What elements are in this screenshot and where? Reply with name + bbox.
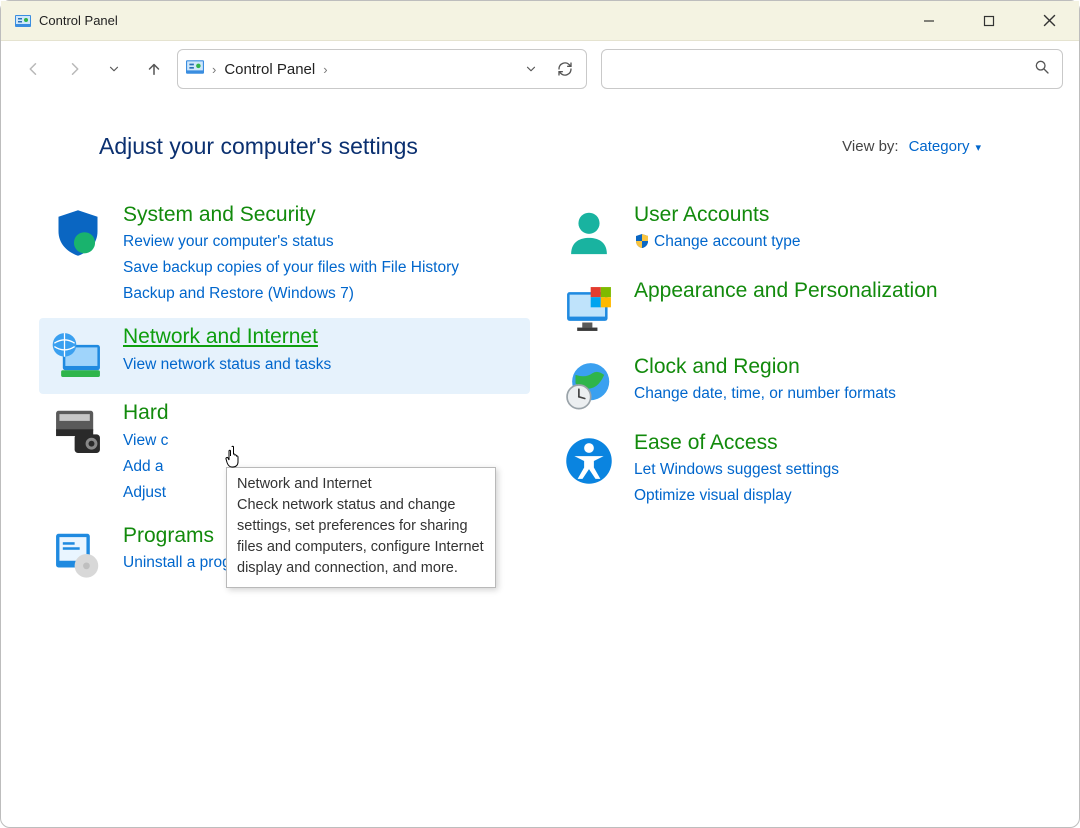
view-by-value: Category (909, 138, 970, 155)
category-title[interactable]: Network and Internet (123, 324, 331, 350)
category-clock-and-region[interactable]: Clock and Region Change date, time, or n… (550, 348, 1041, 424)
close-button[interactable] (1019, 1, 1079, 40)
category-user-accounts[interactable]: User Accounts Change account type (550, 196, 1041, 272)
user-icon (562, 206, 616, 260)
content-header: Adjust your computer's settings View by:… (39, 133, 1041, 160)
category-sublink[interactable]: Let Windows suggest settings (634, 458, 839, 482)
category-sublink[interactable]: Adjust (123, 481, 169, 505)
category-ease-of-access[interactable]: Ease of Access Let Windows suggest setti… (550, 424, 1041, 520)
window-title: Control Panel (39, 13, 118, 28)
up-button[interactable] (137, 52, 171, 86)
uac-shield-icon (634, 233, 650, 249)
content-area: Adjust your computer's settings View by:… (1, 97, 1079, 613)
monitor-tiles-icon (562, 282, 616, 336)
breadcrumb-separator-icon[interactable]: › (323, 62, 327, 77)
category-sublink[interactable]: Optimize visual display (634, 484, 839, 508)
category-sublink[interactable]: Add a (123, 455, 169, 479)
category-appearance-and-personalization[interactable]: Appearance and Personalization (550, 272, 1041, 348)
shield-icon (51, 206, 105, 260)
category-sublink[interactable]: Change date, time, or number formats (634, 382, 896, 406)
search-icon[interactable] (1034, 59, 1050, 79)
title-bar: Control Panel (1, 1, 1079, 41)
globe-monitor-icon (51, 328, 105, 382)
globe-clock-icon (562, 358, 616, 412)
category-network-and-internet[interactable]: Network and Internet View network status… (39, 318, 530, 394)
tooltip-body: Check network status and change settings… (237, 495, 485, 579)
forward-button[interactable] (57, 52, 91, 86)
printer-camera-icon (51, 404, 105, 458)
search-bar[interactable] (601, 49, 1063, 89)
refresh-button[interactable] (552, 61, 578, 77)
address-dropdown-button[interactable] (518, 62, 544, 76)
breadcrumb-separator-icon[interactable]: › (212, 62, 216, 77)
control-panel-app-icon (15, 13, 31, 29)
category-system-and-security[interactable]: System and Security Review your computer… (39, 196, 530, 318)
category-title[interactable]: User Accounts (634, 202, 801, 228)
tooltip-title: Network and Internet (237, 474, 485, 495)
category-title[interactable]: Ease of Access (634, 430, 839, 456)
minimize-button[interactable] (899, 1, 959, 40)
control-panel-icon (186, 58, 204, 80)
category-sublink[interactable]: Review your computer's status (123, 230, 459, 254)
category-sublink[interactable]: Save backup copies of your files with Fi… (123, 256, 459, 280)
search-input[interactable] (614, 60, 1034, 79)
address-bar[interactable]: › Control Panel › (177, 49, 587, 89)
page-heading: Adjust your computer's settings (99, 133, 418, 160)
category-column-right: User Accounts Change account type (550, 196, 1041, 593)
breadcrumb-control-panel[interactable]: Control Panel (224, 61, 315, 78)
category-sublink[interactable]: Backup and Restore (Windows 7) (123, 282, 459, 306)
maximize-button[interactable] (959, 1, 1019, 40)
tooltip: Network and Internet Check network statu… (226, 467, 496, 588)
view-by: View by: Category ▾ (842, 138, 981, 155)
category-grid: System and Security Review your computer… (39, 196, 1041, 593)
nav-row: › Control Panel › (1, 41, 1079, 97)
recent-locations-button[interactable] (97, 52, 131, 86)
category-sublink[interactable]: View c (123, 429, 169, 453)
programs-icon (51, 527, 105, 581)
back-button[interactable] (17, 52, 51, 86)
category-title[interactable]: Appearance and Personalization (634, 278, 938, 304)
category-title[interactable]: System and Security (123, 202, 459, 228)
caret-down-icon: ▾ (975, 141, 981, 154)
view-by-label: View by: (842, 138, 898, 155)
view-by-dropdown[interactable]: Category ▾ (909, 138, 981, 155)
category-title[interactable]: Clock and Region (634, 354, 896, 380)
window-controls (899, 1, 1079, 40)
accessibility-icon (562, 434, 616, 488)
category-sublink[interactable]: View network status and tasks (123, 353, 331, 377)
category-title[interactable]: Hard (123, 400, 169, 426)
category-sublink[interactable]: Change account type (634, 230, 801, 254)
